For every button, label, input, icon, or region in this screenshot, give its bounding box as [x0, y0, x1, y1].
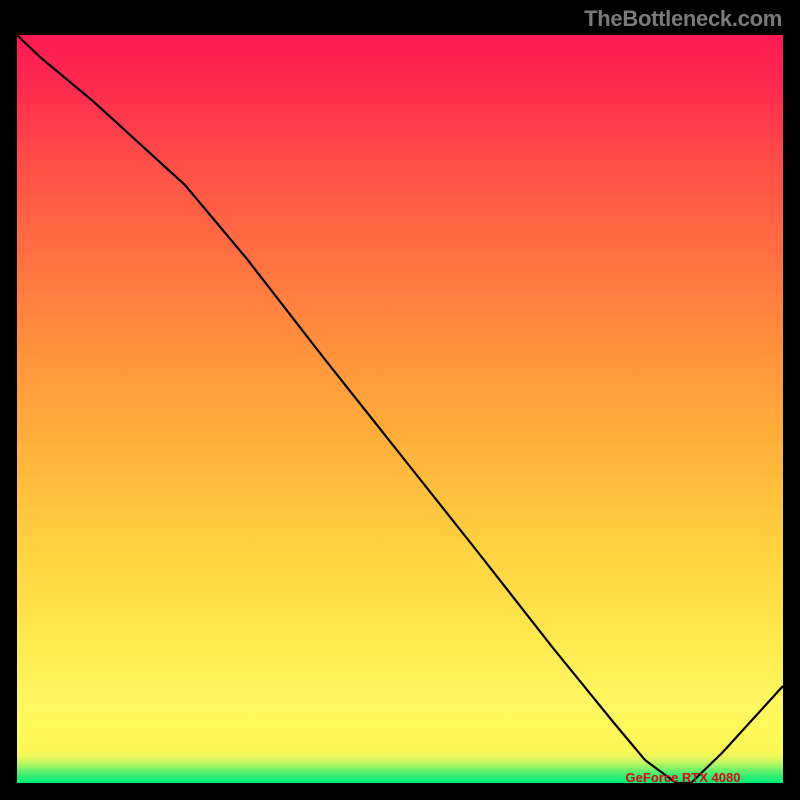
- chart-svg: [17, 35, 783, 783]
- bottleneck-curve-path: [17, 35, 783, 783]
- bottleneck-chart: TheBottleneck.com GeForce RTX 4080: [0, 0, 800, 800]
- watermark-text: TheBottleneck.com: [584, 6, 782, 32]
- curve-minimum-label: GeForce RTX 4080: [626, 770, 741, 785]
